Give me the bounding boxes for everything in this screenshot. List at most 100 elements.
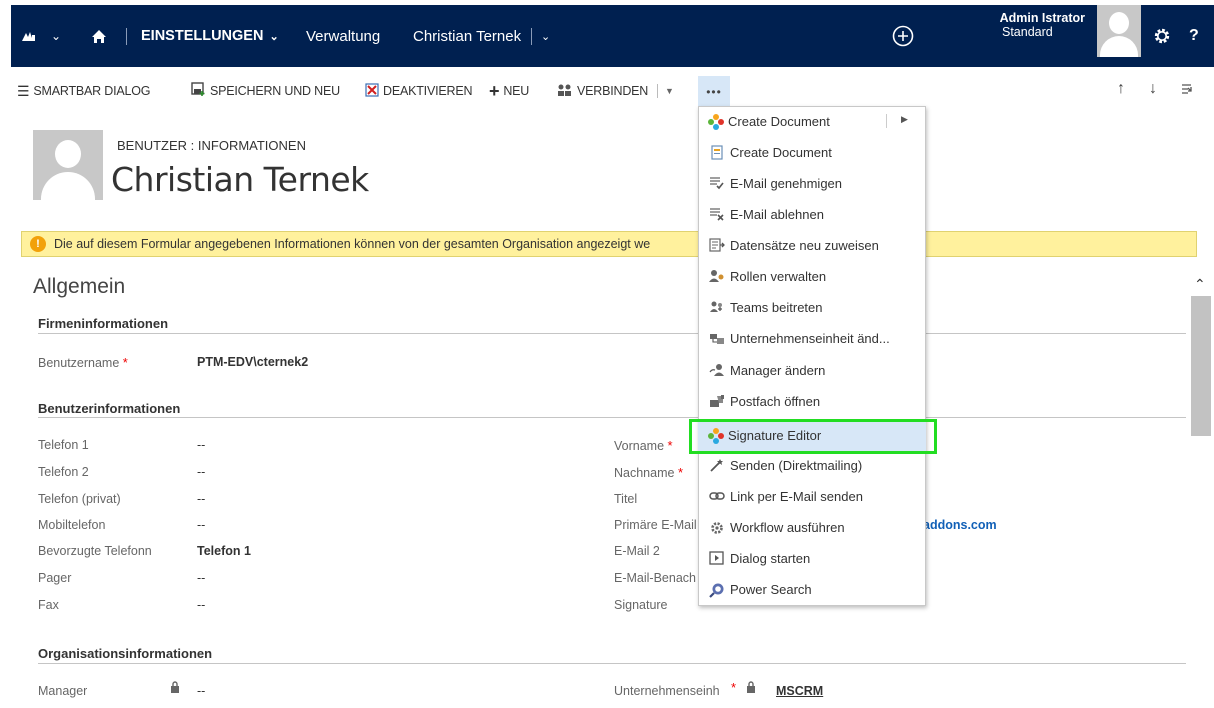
mobile-phone-field[interactable]: -- — [197, 518, 205, 532]
save-new-icon — [191, 82, 206, 100]
menu-item-create-document[interactable]: Create Document ▶ — [698, 106, 926, 137]
field-label: Benutzername * — [38, 355, 128, 370]
nav-separator — [531, 28, 532, 45]
section-divider — [38, 663, 1186, 664]
scrollbar-thumb[interactable] — [1191, 296, 1211, 436]
breadcrumb-verwaltung[interactable]: Verwaltung — [306, 5, 380, 67]
smartbar-dialog-button[interactable]: ☰ SMARTBAR DIALOG — [17, 79, 150, 103]
breadcrumb-record[interactable]: Christian Ternek — [413, 5, 521, 67]
menu-item-open-mailbox[interactable]: Postfach öffnen — [698, 386, 926, 417]
arrow-down-icon[interactable]: ↓ — [1149, 80, 1157, 98]
phone2-field[interactable]: -- — [197, 465, 205, 479]
menu-item-label: Senden (Direktmailing) — [730, 458, 863, 473]
field-label: Unternehmenseinh — [614, 684, 720, 698]
menu-item-label: Datensätze neu zuweisen — [730, 238, 879, 253]
section-divider — [38, 417, 1186, 418]
user-name: Admin Istrator — [999, 11, 1085, 25]
field-label: Fax — [38, 598, 59, 612]
field-label: E-Mail 2 — [614, 544, 660, 558]
field-label: Signature — [614, 598, 668, 612]
menu-item-approve-email[interactable]: E-Mail genehmigen — [698, 168, 926, 199]
more-commands-button[interactable]: ••• — [698, 76, 730, 107]
section-title: Firmeninformationen — [38, 316, 169, 331]
chevron-down-icon[interactable]: ⌄ — [541, 5, 550, 67]
gear-icon[interactable] — [1153, 5, 1171, 67]
area-menu[interactable]: EINSTELLUNGEN ⌄ — [141, 5, 279, 67]
home-icon[interactable] — [91, 5, 107, 67]
command-separator — [657, 84, 658, 98]
menu-item-join-teams[interactable]: Teams beitreten — [698, 292, 926, 323]
fax-field[interactable]: -- — [197, 598, 205, 612]
submenu-arrow-icon: ▶ — [901, 114, 908, 124]
menu-item-start-dialog[interactable]: Dialog starten — [698, 543, 926, 574]
menu-item-run-workflow[interactable]: Workflow ausführen — [698, 512, 926, 543]
deactivate-icon — [365, 82, 379, 100]
menu-item-create-document-2[interactable]: Create Document — [698, 137, 926, 168]
menu-item-change-business-unit[interactable]: Unternehmenseinheit änd... — [698, 323, 926, 354]
roles-icon — [708, 269, 726, 285]
menu-item-label: Create Document — [728, 114, 830, 129]
menu-item-send-direct-mail[interactable]: Senden (Direktmailing) — [698, 450, 926, 481]
dynamics-logo-icon[interactable] — [21, 5, 37, 67]
menu-item-change-manager[interactable]: Manager ändern — [698, 355, 926, 386]
nav-separator — [126, 28, 127, 45]
field-label: Manager — [38, 684, 88, 698]
primary-email-field[interactable]: addons.com — [923, 518, 997, 532]
field-label: Telefon 1 — [38, 438, 89, 452]
field-label: Telefon (privat) — [38, 492, 121, 506]
document-icon — [708, 144, 726, 161]
preferred-phone-field[interactable]: Telefon 1 — [197, 544, 251, 558]
save-and-new-label: SPEICHERN UND NEU — [210, 84, 340, 98]
teams-icon — [708, 300, 726, 316]
menu-item-reassign-records[interactable]: Datensätze neu zuweisen — [698, 230, 926, 261]
record-photo[interactable] — [33, 130, 103, 200]
tab-title[interactable]: Allgemein — [33, 275, 125, 299]
deactivate-label: DEAKTIVIEREN — [383, 84, 473, 98]
help-icon[interactable]: ? — [1189, 5, 1199, 67]
arrow-up-icon[interactable]: ↑ — [1117, 80, 1125, 98]
pager-field[interactable]: -- — [197, 571, 205, 585]
notification-bar: ! Die auf diesem Formular angegebenen In… — [21, 231, 1197, 257]
menu-item-manage-roles[interactable]: Rollen verwalten — [698, 261, 926, 292]
section-divider — [38, 333, 1186, 334]
field-label: Telefon 2 — [38, 465, 89, 479]
menu-item-label: E-Mail genehmigen — [730, 176, 843, 191]
plus-circle-icon[interactable] — [892, 5, 914, 67]
field-label: Nachname * — [614, 465, 683, 480]
smartbar-dialog-label: SMARTBAR DIALOG — [33, 84, 151, 98]
expand-icon[interactable] — [1180, 82, 1194, 101]
scroll-up-icon[interactable]: ⌃ — [1194, 276, 1206, 293]
reassign-icon — [708, 237, 726, 254]
manager-field[interactable]: -- — [197, 684, 205, 698]
field-label: Pager — [38, 571, 72, 585]
menu-item-reject-email[interactable]: E-Mail ablehnen — [698, 199, 926, 230]
menu-item-label: E-Mail ablehnen — [730, 207, 824, 222]
email-reject-icon — [708, 207, 726, 223]
field-label: Bevorzugte Telefonn — [38, 544, 152, 558]
notification-text: Die auf diesem Formular angegebenen Info… — [54, 237, 651, 251]
pinwheel-icon — [708, 113, 724, 130]
new-label: NEU — [503, 84, 530, 98]
new-button[interactable]: + NEU — [489, 79, 529, 103]
phone1-field[interactable]: -- — [197, 438, 205, 452]
menu-item-label: Power Search — [730, 582, 812, 597]
field-label: Primäre E-Mail — [614, 518, 697, 532]
record-title: Christian Ternek — [111, 160, 369, 199]
deactivate-button[interactable]: DEAKTIVIEREN — [365, 79, 472, 103]
avatar[interactable] — [1097, 5, 1141, 57]
menu-item-email-link[interactable]: Link per E-Mail senden — [698, 481, 926, 512]
home-phone-field[interactable]: -- — [197, 492, 205, 506]
field-label: Titel — [614, 492, 638, 506]
connect-button[interactable]: VERBINDEN — [557, 79, 648, 103]
field-label: Mobiltelefon — [38, 518, 106, 532]
required-indicator: * — [731, 680, 737, 695]
chevron-down-icon: ⌄ — [269, 30, 279, 43]
username-field[interactable]: PTM-EDV\cternek2 — [197, 355, 308, 369]
chevron-down-icon[interactable]: ⌄ — [51, 5, 61, 67]
menu-item-power-search[interactable]: Power Search — [698, 574, 926, 605]
user-info[interactable]: Admin Istrator Standard — [957, 11, 1085, 39]
business-unit-link[interactable]: MSCRM — [776, 684, 823, 698]
save-and-new-button[interactable]: SPEICHERN UND NEU — [191, 79, 340, 103]
field-label: E-Mail-Benach — [614, 571, 696, 585]
chevron-down-icon[interactable]: ▼ — [665, 79, 674, 103]
